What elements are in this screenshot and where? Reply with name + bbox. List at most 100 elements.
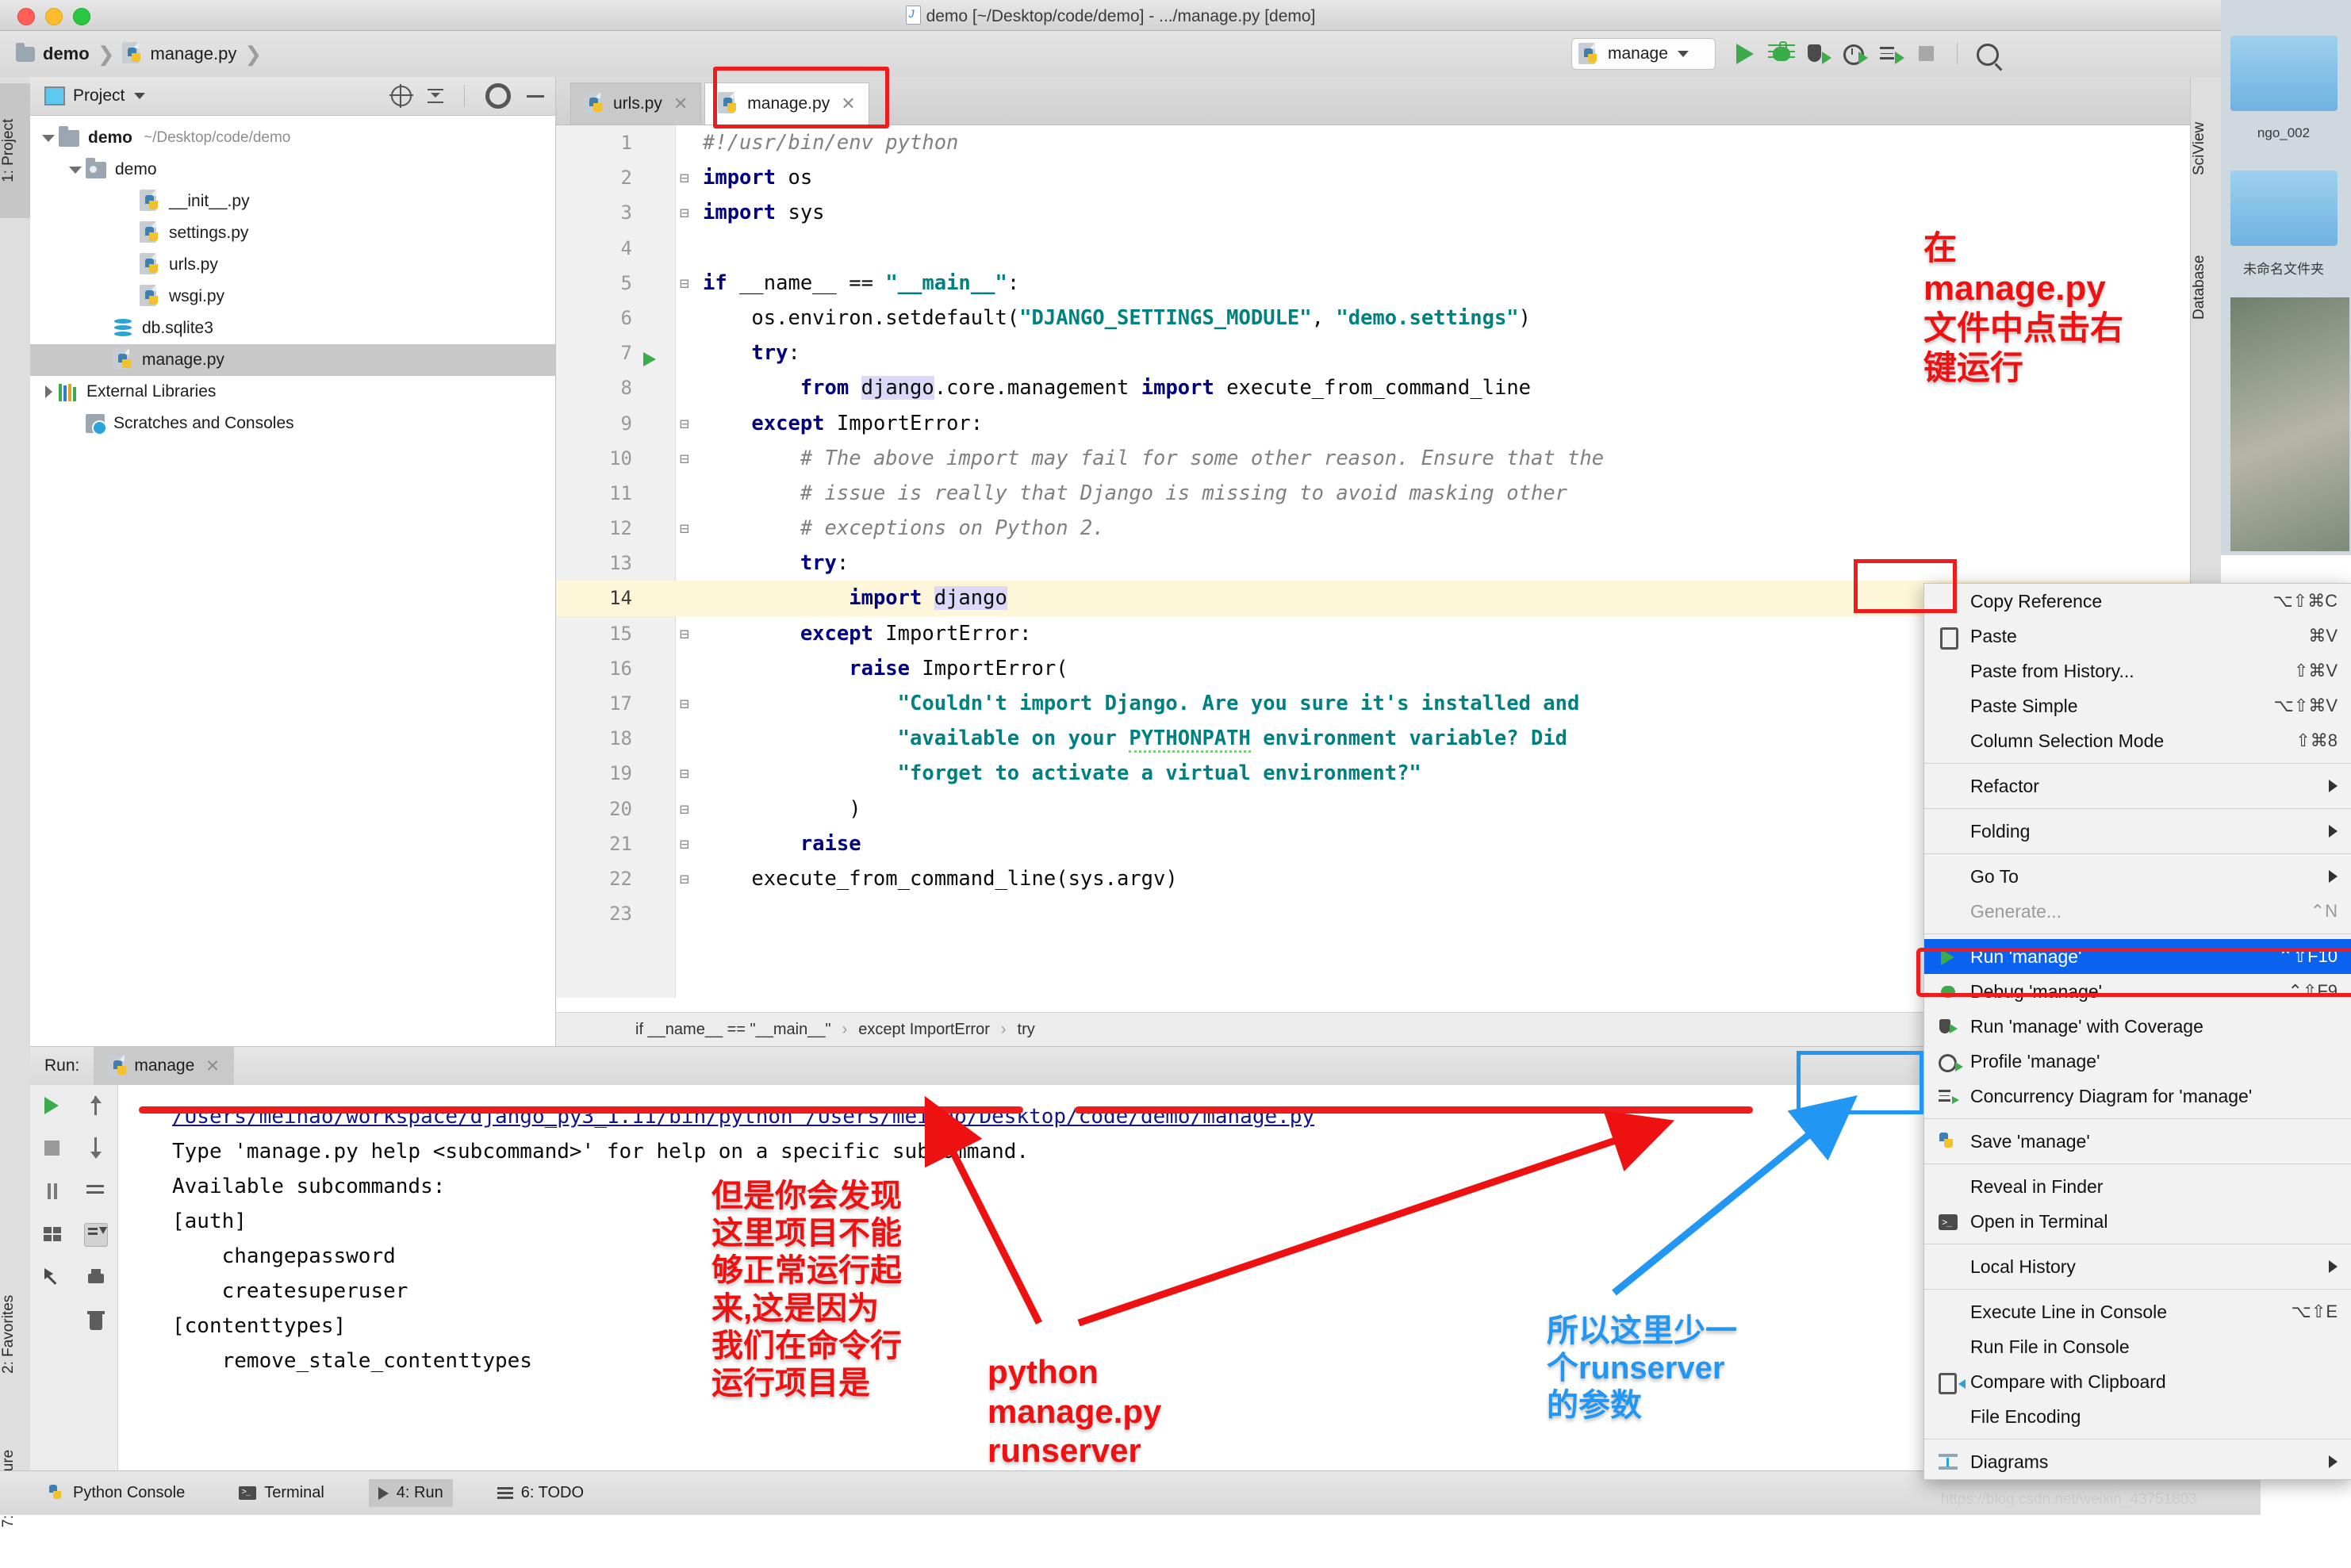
code-line[interactable]: 4 bbox=[556, 231, 2221, 266]
code-line[interactable]: 13 try: bbox=[556, 546, 2221, 581]
menu-item-go-to[interactable]: Go To bbox=[1924, 859, 2351, 894]
desktop-folder-icon[interactable] bbox=[2230, 36, 2338, 111]
run-icon[interactable] bbox=[1733, 42, 1757, 66]
menu-item-compare-with-clipboard[interactable]: Compare with Clipboard bbox=[1924, 1364, 2351, 1399]
profile-icon[interactable] bbox=[1843, 42, 1868, 66]
menu-item-file-encoding[interactable]: File Encoding bbox=[1924, 1399, 2351, 1434]
menu-item-execute-line-in-console[interactable]: Execute Line in Console ⌥⇧E bbox=[1924, 1294, 2351, 1329]
menu-item-run-manage[interactable]: Run 'manage' ⌃⇧F10 bbox=[1924, 939, 2351, 974]
status-bar-item-4-run[interactable]: 4: Run bbox=[368, 1479, 453, 1507]
pause-icon[interactable] bbox=[41, 1180, 63, 1202]
code-line[interactable]: 7 try: bbox=[556, 335, 2221, 370]
fold-marker-icon[interactable]: ⊟ bbox=[677, 756, 692, 791]
structure-breadcrumb-item[interactable]: except ImportError bbox=[858, 1021, 990, 1039]
status-bar-item-python-console[interactable]: Python Console bbox=[40, 1479, 194, 1507]
tree-item-urls-py[interactable]: urls.py bbox=[30, 249, 555, 281]
menu-item-debug-manage[interactable]: Debug 'manage' ⌃⇧F9 bbox=[1924, 974, 2351, 1009]
fold-marker-icon[interactable]: ⊟ bbox=[677, 826, 692, 861]
tree-toggle[interactable] bbox=[38, 134, 59, 142]
coverage-icon[interactable] bbox=[1806, 42, 1831, 66]
fold-marker-icon[interactable]: ⊟ bbox=[677, 792, 692, 826]
console-output[interactable]: /Users/meihao/workspace/django_py3_1.11/… bbox=[118, 1085, 2221, 1471]
run-configuration-selector[interactable]: manage bbox=[1571, 38, 1716, 70]
status-bar-item-6-todo[interactable]: 6: TODO bbox=[488, 1479, 593, 1507]
structure-breadcrumb-item[interactable]: try bbox=[1018, 1021, 1035, 1039]
debug-icon[interactable] bbox=[1768, 41, 1795, 66]
tree-item-scratches-and-consoles[interactable]: Scratches and Consoles bbox=[30, 408, 555, 439]
menu-item-save-manage[interactable]: Save 'manage' bbox=[1924, 1124, 2351, 1159]
pin-icon[interactable] bbox=[41, 1266, 63, 1288]
menu-item-paste[interactable]: Paste ⌘V bbox=[1924, 619, 2351, 654]
code-line[interactable]: 12 ⊟ # exceptions on Python 2. bbox=[556, 511, 2221, 546]
print-icon[interactable] bbox=[85, 1267, 107, 1290]
menu-item-refactor[interactable]: Refactor bbox=[1924, 769, 2351, 803]
down-arrow-icon[interactable] bbox=[85, 1137, 107, 1160]
soft-wrap-icon[interactable] bbox=[85, 1180, 107, 1202]
tree-item-demo[interactable]: demo ~/Desktop/code/demo bbox=[30, 122, 555, 154]
code-line[interactable]: 3 ⊟ import sys bbox=[556, 195, 2221, 230]
chevron-down-icon[interactable] bbox=[134, 93, 146, 99]
breadcrumb-item-project[interactable]: demo bbox=[16, 42, 94, 64]
gear-icon[interactable] bbox=[485, 83, 511, 109]
hide-panel-icon[interactable] bbox=[527, 94, 544, 98]
editor-tab-urls-py[interactable]: urls.py ✕ bbox=[570, 82, 702, 125]
menu-item-profile-manage[interactable]: Profile 'manage' bbox=[1924, 1044, 2351, 1079]
menu-item-local-history[interactable]: Local History bbox=[1924, 1249, 2351, 1284]
stop-icon[interactable] bbox=[41, 1137, 63, 1160]
code-line[interactable]: 9 ⊟ except ImportError: bbox=[556, 406, 2221, 441]
code-line[interactable]: 10 ⊟ # The above import may fail for some… bbox=[556, 441, 2221, 476]
tree-item-settings-py[interactable]: settings.py bbox=[30, 217, 555, 249]
close-icon[interactable]: ✕ bbox=[841, 94, 855, 114]
code-line[interactable]: 1 #!/usr/bin/env python bbox=[556, 125, 2221, 160]
fold-marker-icon[interactable]: ⊟ bbox=[677, 686, 692, 721]
menu-item-column-selection-mode[interactable]: Column Selection Mode ⇧⌘8 bbox=[1924, 723, 2351, 758]
breadcrumb-item-file[interactable]: manage.py bbox=[122, 42, 241, 66]
menu-item-run-file-in-console[interactable]: Run File in Console bbox=[1924, 1329, 2351, 1364]
gutter-run-icon[interactable] bbox=[643, 352, 656, 366]
menu-item-copy-reference[interactable]: Copy Reference ⌥⇧⌘C bbox=[1924, 584, 2351, 619]
menu-item-open-in-terminal[interactable]: >_ Open in Terminal bbox=[1924, 1204, 2351, 1239]
concurrency-icon[interactable] bbox=[1879, 42, 1904, 66]
tree-item-db-sqlite3[interactable]: db.sqlite3 bbox=[30, 312, 555, 344]
tree-item-demo[interactable]: demo bbox=[30, 154, 555, 186]
fold-marker-icon[interactable]: ⊟ bbox=[677, 511, 692, 546]
editor-context-menu[interactable]: Copy Reference ⌥⇧⌘C Paste ⌘V Paste from Hist… bbox=[1923, 583, 2351, 1480]
status-bar-item-terminal[interactable]: >_ Terminal bbox=[229, 1479, 334, 1507]
up-arrow-icon[interactable] bbox=[85, 1095, 107, 1117]
sidebar-tab-database[interactable]: Database bbox=[2191, 220, 2221, 355]
menu-item-folding[interactable]: Folding bbox=[1924, 814, 2351, 849]
tree-item-wsgi-py[interactable]: wsgi.py bbox=[30, 281, 555, 312]
code-line[interactable]: 11 # issue is really that Django is miss… bbox=[556, 476, 2221, 511]
structure-breadcrumb-item[interactable]: if __name__ == "__main__" bbox=[635, 1021, 831, 1039]
fold-marker-icon[interactable]: ⊟ bbox=[677, 195, 692, 230]
tree-toggle[interactable] bbox=[38, 385, 59, 398]
tree-item---init---py[interactable]: __init__.py bbox=[30, 186, 555, 217]
sidebar-tab-project[interactable]: 1: Project bbox=[0, 83, 30, 218]
desktop-photo-thumbnail[interactable] bbox=[2230, 297, 2349, 551]
fold-marker-icon[interactable]: ⊟ bbox=[677, 441, 692, 476]
layout-icon[interactable] bbox=[41, 1223, 63, 1245]
code-line[interactable]: 5 ⊟ if __name__ == "__main__": bbox=[556, 266, 2221, 301]
menu-item-run-manage-with-coverage[interactable]: Run 'manage' with Coverage bbox=[1924, 1009, 2351, 1044]
collapse-all-icon[interactable] bbox=[428, 87, 443, 105]
menu-item-paste-simple[interactable]: Paste Simple ⌥⇧⌘V bbox=[1924, 688, 2351, 723]
code-line[interactable]: 2 ⊟ import os bbox=[556, 160, 2221, 195]
code-line[interactable]: 8 from django.core.management import exe… bbox=[556, 370, 2221, 405]
run-tab-manage[interactable]: manage ✕ bbox=[94, 1047, 234, 1085]
menu-item-diagrams[interactable]: Diagrams bbox=[1924, 1444, 2351, 1479]
fold-marker-icon[interactable]: ⊟ bbox=[677, 266, 692, 301]
menu-item-paste-from-history[interactable]: Paste from History... ⇧⌘V bbox=[1924, 654, 2351, 688]
delete-icon[interactable] bbox=[85, 1310, 107, 1332]
locate-icon[interactable] bbox=[389, 84, 413, 108]
tree-item-manage-py[interactable]: manage.py bbox=[30, 344, 555, 376]
fold-marker-icon[interactable]: ⊟ bbox=[677, 861, 692, 896]
close-icon[interactable]: ✕ bbox=[205, 1056, 220, 1076]
stop-icon[interactable] bbox=[1916, 42, 1939, 66]
close-icon[interactable]: ✕ bbox=[673, 94, 688, 114]
search-icon[interactable] bbox=[1975, 42, 1999, 66]
menu-item-concurrency-diagram-for-manage[interactable]: Concurrency Diagram for 'manage' bbox=[1924, 1079, 2351, 1114]
fold-marker-icon[interactable]: ⊟ bbox=[677, 406, 692, 441]
rerun-icon[interactable] bbox=[41, 1095, 63, 1117]
sidebar-tab-sciview[interactable]: SciView bbox=[2191, 85, 2221, 212]
menu-item-generate[interactable]: Generate... ⌃N bbox=[1924, 894, 2351, 929]
